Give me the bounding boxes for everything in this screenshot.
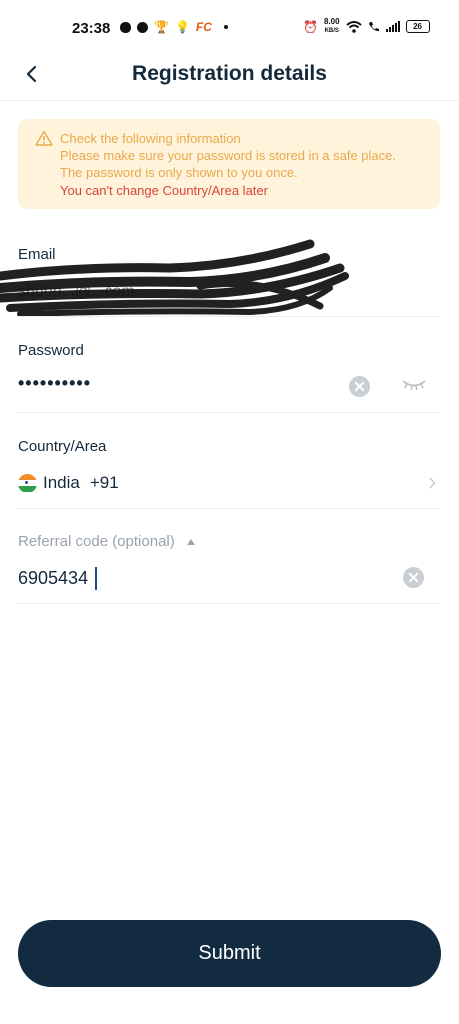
chat-bubble-icon	[120, 21, 131, 33]
status-bar: 23:38 🏆 💡 FC ⏰ 8.00 KB/S 26	[0, 0, 459, 56]
battery-icon: 26	[405, 20, 430, 33]
country-field-group: Country/Area	[18, 438, 440, 455]
whatsapp-icon	[137, 21, 148, 33]
redaction-scribble	[0, 239, 349, 317]
system-icons: ⏰ 8.00 KB/S 26	[303, 18, 430, 35]
password-divider	[18, 412, 440, 413]
trophy-icon: 🏆	[154, 20, 169, 34]
call-icon	[368, 21, 379, 31]
referral-code-input[interactable]	[18, 566, 388, 590]
chevron-right-icon	[429, 477, 436, 489]
india-flag-icon	[18, 473, 37, 493]
status-time: 23:38	[72, 20, 111, 37]
notification-icons: 🏆 💡 FC	[120, 20, 228, 34]
password-input[interactable]: ••••••••••	[18, 373, 91, 394]
notice-line-password-safe: Please make sure your password is stored…	[60, 148, 397, 163]
submit-button[interactable]: Submit	[18, 920, 441, 987]
clear-icon[interactable]	[349, 376, 370, 397]
country-divider	[18, 508, 440, 509]
password-field-group: Password	[18, 342, 440, 359]
country-label: Country/Area	[18, 438, 107, 455]
country-name: India	[43, 473, 80, 492]
header-divider	[0, 100, 459, 101]
net-speed: 8.00 KB/S	[324, 18, 340, 35]
warning-triangle-icon	[35, 130, 53, 146]
clear-icon[interactable]	[403, 567, 424, 588]
country-selector[interactable]: India +91	[18, 470, 440, 496]
referral-toggle[interactable]: Referral code (optional)	[18, 533, 195, 550]
notice-country-warning: You can't change Country/Area later	[60, 183, 268, 198]
country-code: +91	[89, 473, 119, 492]
text-cursor	[95, 567, 97, 590]
eye-closed-icon[interactable]	[401, 378, 427, 392]
wifi-icon	[345, 20, 362, 33]
app-header: Registration details	[0, 50, 459, 100]
info-notice: Check the following information Please m…	[18, 119, 440, 209]
bulb-icon: 💡	[174, 20, 190, 34]
fc-app-icon: FC	[195, 20, 212, 34]
referral-label: Referral code (optional)	[18, 533, 175, 550]
caret-up-icon	[186, 538, 195, 545]
signal-icon	[385, 21, 400, 32]
alarm-icon: ⏰	[303, 19, 318, 34]
notice-title: Check the following information	[60, 131, 241, 146]
net-speed-unit: KB/S	[324, 28, 339, 34]
page-title: Registration details	[132, 62, 327, 85]
dot-icon	[223, 25, 228, 29]
net-speed-value: 8.00	[323, 17, 340, 26]
email-divider	[18, 316, 440, 317]
notice-line-shown-once: The password is only shown to you once.	[60, 165, 298, 180]
password-label: Password	[18, 342, 84, 359]
referral-divider	[18, 603, 440, 604]
